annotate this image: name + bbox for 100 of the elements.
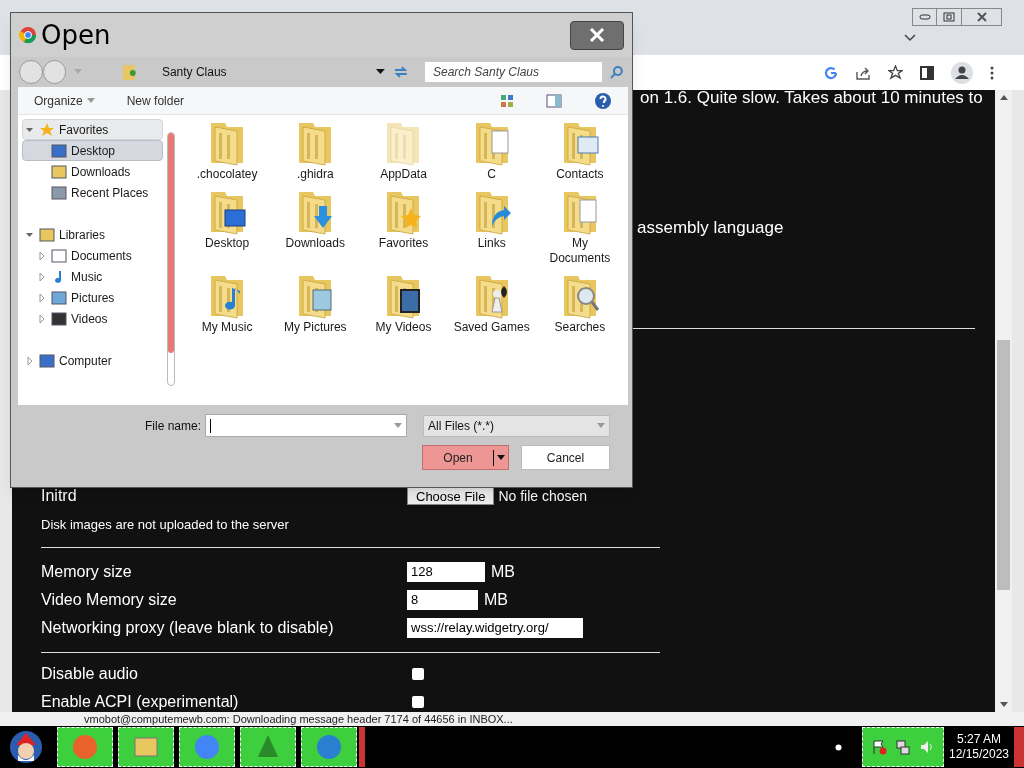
cancel-button[interactable]: Cancel	[521, 445, 610, 470]
taskbar-button[interactable]	[57, 727, 113, 767]
taskbar-button[interactable]	[301, 727, 357, 767]
document-icon	[51, 247, 67, 264]
chevron-down-icon[interactable]	[904, 34, 916, 42]
text-field[interactable]: 8	[407, 589, 478, 610]
film-icon	[51, 310, 67, 327]
folder-item[interactable]: Contacts	[535, 119, 624, 182]
folder-item[interactable]: Favorites	[359, 188, 448, 266]
text-field[interactable]: wss://relay.widgetry.org/	[407, 617, 583, 638]
scroll-up-icon[interactable]	[999, 95, 1008, 100]
close-button[interactable]	[570, 20, 624, 50]
taskbar-button[interactable]	[118, 727, 174, 767]
close-window-button[interactable]	[962, 8, 1002, 26]
nav-item[interactable]: Music	[22, 266, 163, 287]
folder-user-icon	[122, 63, 138, 81]
search-icon[interactable]	[610, 65, 624, 79]
clock[interactable]: 5:27 AM 12/15/2023	[944, 732, 1014, 762]
back-button[interactable]	[19, 60, 43, 84]
organize-menu[interactable]: Organize	[34, 91, 95, 110]
nav-item[interactable]: Recent Places	[22, 182, 163, 203]
nav-item[interactable]: Downloads	[22, 161, 163, 182]
side-panel-icon[interactable]	[920, 65, 934, 80]
share-icon[interactable]	[855, 65, 871, 80]
scrollbar-thumb[interactable]	[997, 340, 1010, 590]
star-icon[interactable]	[888, 65, 903, 80]
folder-item[interactable]: .ghidra	[271, 119, 360, 182]
text-field[interactable]: 128	[407, 561, 485, 582]
expanded-arrow-icon[interactable]	[26, 125, 34, 134]
scrollbar-thumb[interactable]	[168, 133, 174, 353]
status-bar-text: vmobot@computemewb.com: Downloading message header 7174 of 44656 in INBOX...	[84, 713, 513, 725]
file-type-dropdown[interactable]: All Files (*.*)	[423, 414, 610, 437]
scroll-down-icon[interactable]	[999, 702, 1008, 707]
folder-item[interactable]: My Documents	[535, 188, 624, 266]
folder-item[interactable]: Links	[447, 188, 536, 266]
collapsed-arrow-icon[interactable]	[38, 272, 46, 281]
google-icon[interactable]	[824, 65, 838, 80]
initrd-label: Initrd	[41, 486, 78, 507]
page-text: on 1.6. Quite slow. Takes about 10 minutes to	[640, 87, 984, 109]
new-folder-button[interactable]: New folder	[126, 91, 185, 110]
maximize-icon	[943, 12, 955, 22]
folder-item[interactable]: C	[447, 119, 536, 182]
nav-item[interactable]: Desktop	[22, 140, 163, 161]
close-icon	[589, 28, 605, 42]
folder-item[interactable]: Downloads	[271, 188, 360, 266]
star-icon	[39, 121, 55, 138]
minimize-button[interactable]	[912, 8, 937, 26]
menu-icon[interactable]	[990, 65, 994, 80]
start-orb-icon	[8, 729, 44, 765]
collapsed-arrow-icon[interactable]	[38, 251, 46, 260]
dropdown-arrow-icon[interactable]	[376, 69, 386, 75]
collapsed-arrow-icon[interactable]	[38, 314, 46, 323]
preview-pane-icon[interactable]	[546, 93, 562, 108]
help-icon[interactable]	[594, 91, 612, 110]
folder-item[interactable]: My Videos	[359, 272, 448, 335]
text-cursor	[210, 418, 211, 433]
nav-item[interactable]: Pictures	[22, 287, 163, 308]
refresh-icon[interactable]	[393, 65, 409, 79]
expanded-arrow-icon[interactable]	[26, 230, 34, 239]
taskbar-button[interactable]	[240, 727, 296, 767]
option-label: Enable ACPI (experimental)	[41, 692, 240, 712]
profile-icon[interactable]	[951, 61, 973, 84]
flag-icon[interactable]	[871, 739, 887, 755]
nav-scrollbar[interactable]	[167, 132, 175, 386]
folder-item[interactable]: AppData	[359, 119, 448, 182]
folder-item[interactable]: Searches	[535, 272, 624, 335]
folder-item[interactable]: My Pictures	[271, 272, 360, 335]
open-button[interactable]: Open	[422, 445, 509, 470]
collapsed-arrow-icon[interactable]	[26, 356, 34, 365]
app-logo-icon	[19, 26, 37, 44]
folder-item[interactable]: My Music	[183, 272, 272, 335]
caret-icon[interactable]	[497, 455, 505, 460]
taskbar-button[interactable]	[179, 727, 235, 767]
circle-logo-icon	[193, 733, 221, 761]
forward-button[interactable]	[42, 60, 67, 84]
option-label: Disable audio	[41, 664, 139, 684]
field-label: Video Memory size	[41, 589, 178, 610]
close-icon	[975, 12, 988, 22]
location-text: Santy Claus	[161, 64, 228, 81]
picture-icon	[51, 289, 67, 306]
search-field[interactable]: Search Santy Claus	[424, 62, 603, 82]
folder-item[interactable]: Saved Games	[447, 272, 536, 335]
checkbox[interactable]	[412, 696, 424, 708]
folder-item[interactable]: .chocolatey	[183, 119, 272, 182]
nav-item[interactable]: Computer	[22, 350, 163, 371]
dot-icon	[835, 743, 842, 751]
maximize-button[interactable]	[937, 8, 962, 26]
nav-item[interactable]: Libraries	[22, 224, 163, 245]
dialog-title: Open	[41, 22, 111, 48]
field-label: Networking proxy (leave blank to disable)	[41, 617, 335, 638]
nav-group-header[interactable]: Favorites	[22, 119, 163, 140]
file-name-field[interactable]	[205, 414, 407, 437]
folder-item[interactable]: Desktop	[183, 188, 272, 266]
collapsed-arrow-icon[interactable]	[38, 293, 46, 302]
network-icon[interactable]	[895, 739, 911, 755]
nav-item[interactable]: Videos	[22, 308, 163, 329]
checkbox[interactable]	[412, 668, 424, 680]
page-scrollbar[interactable]	[995, 90, 1012, 712]
view-options-icon[interactable]	[500, 93, 514, 108]
nav-item[interactable]: Documents	[22, 245, 163, 266]
